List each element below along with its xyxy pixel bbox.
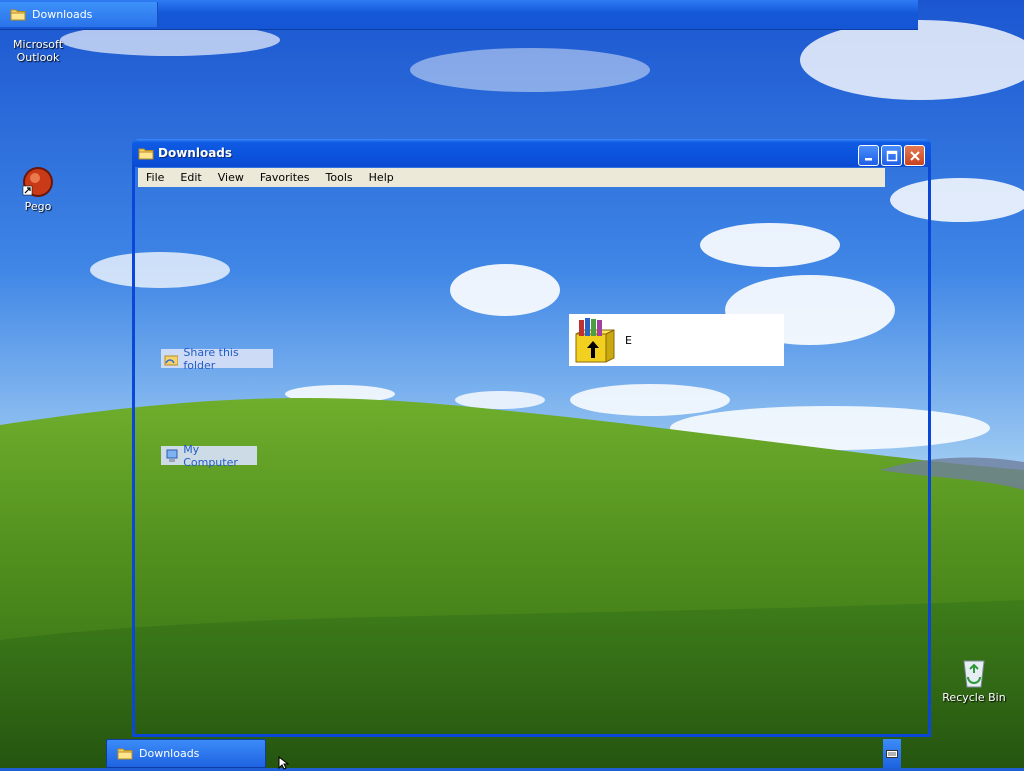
recycle-bin-icon [958,657,990,689]
menu-favorites[interactable]: Favorites [252,171,318,184]
folder-icon [10,9,26,21]
window-title-bar[interactable]: Downloads [132,139,931,167]
file-name: E [625,333,632,347]
menu-tools[interactable]: Tools [318,171,361,184]
desktop-icon-recycle-bin[interactable]: Recycle Bin [936,657,1012,704]
close-button[interactable] [904,145,925,166]
explorer-window: Downloads File Edit View Favorites Tools… [132,139,931,737]
maximize-icon [886,150,897,161]
share-folder-label: Share this folder [183,345,239,372]
desktop-icon-label: Microsoft Outlook [12,38,64,64]
desktop-icon-pego[interactable]: Pego [0,166,76,213]
menu-file[interactable]: File [138,171,172,184]
pego-icon [22,166,54,198]
desktop-icon-outlook[interactable]: Microsoft Outlook [0,38,76,64]
minimize-icon [864,157,872,160]
keyboard-icon [886,749,898,758]
top-downloads-button[interactable]: Downloads [0,2,158,27]
menu-edit[interactable]: Edit [172,171,209,184]
window-title: Downloads [158,146,233,160]
desktop-icon-label: Recycle Bin [942,691,1006,704]
my-computer-link[interactable]: My Computer [161,443,257,469]
file-item[interactable]: E [569,314,784,366]
minimize-button[interactable] [858,145,879,166]
my-computer-label: My Computer [183,442,238,469]
menu-help[interactable]: Help [361,171,402,184]
close-icon [909,150,920,161]
top-button-label: Downloads [32,8,93,21]
my-computer-icon [166,449,178,462]
taskbar-button-label: Downloads [139,747,200,760]
keyboard-tray-button[interactable] [883,739,901,768]
desktop-icon-label: Pego [24,200,52,213]
menu-bar: File Edit View Favorites Tools Help [138,168,885,187]
share-folder-link[interactable]: Share this folder [161,346,273,372]
folder-icon [138,148,154,159]
taskbar-downloads-button[interactable]: Downloads [106,739,266,768]
menu-view[interactable]: View [210,171,252,184]
top-taskbar: Downloads [0,0,918,30]
folder-icon [117,748,133,760]
winrar-archive-icon [575,318,615,363]
maximize-button[interactable] [881,145,902,166]
share-folder-icon [164,355,179,365]
